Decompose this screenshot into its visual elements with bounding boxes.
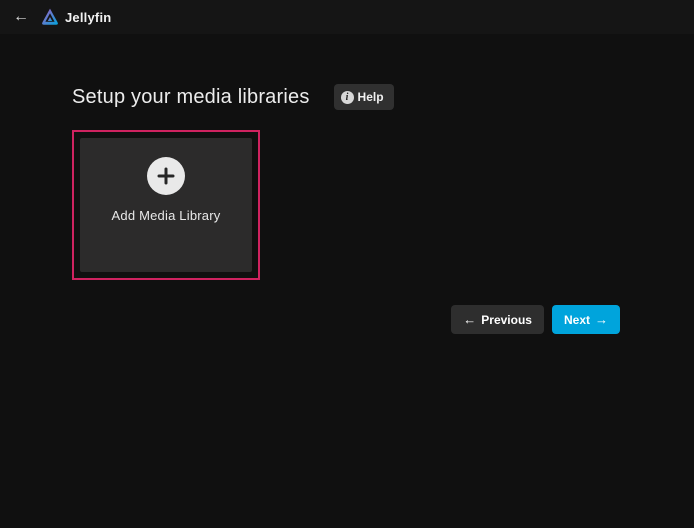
back-arrow-icon: ← <box>13 9 29 25</box>
arrow-left-icon: ← <box>463 313 476 326</box>
app-name: Jellyfin <box>65 10 111 25</box>
jellyfin-logo-icon <box>40 7 60 27</box>
next-button[interactable]: Next → <box>552 305 620 334</box>
back-button[interactable]: ← <box>8 4 34 30</box>
next-button-label: Next <box>564 313 590 327</box>
title-row: Setup your media libraries i Help <box>72 84 620 110</box>
previous-button[interactable]: ← Previous <box>451 305 544 334</box>
top-bar: ← Jellyfin <box>0 0 694 34</box>
add-library-card-body: Add Media Library <box>80 138 252 272</box>
info-icon: i <box>341 91 354 104</box>
add-plus-icon <box>147 157 185 195</box>
add-library-card[interactable]: Add Media Library <box>72 130 260 280</box>
help-button-label: Help <box>358 90 384 104</box>
wizard-nav-row: ← Previous Next → <box>72 305 620 334</box>
previous-button-label: Previous <box>481 313 532 327</box>
help-button[interactable]: i Help <box>334 84 394 110</box>
add-library-label: Add Media Library <box>112 208 221 223</box>
arrow-right-icon: → <box>595 313 608 326</box>
library-cards-row: Add Media Library <box>72 130 620 280</box>
page-title: Setup your media libraries <box>72 86 310 109</box>
wizard-page: Setup your media libraries i Help Add Me… <box>0 84 694 334</box>
